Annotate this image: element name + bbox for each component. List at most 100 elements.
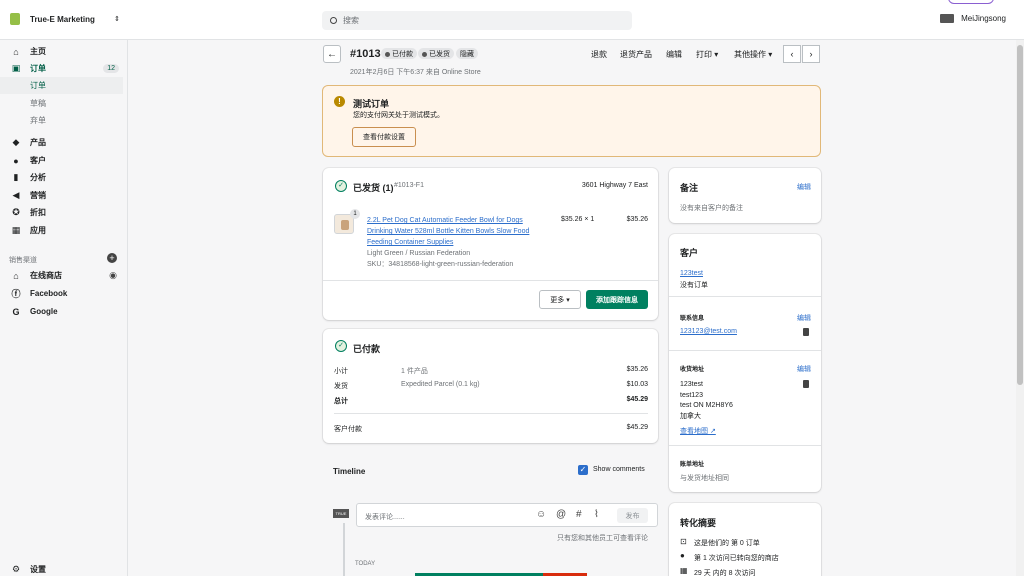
notes-edit-button[interactable]: 编辑 xyxy=(797,182,811,192)
quantity-badge: 1 xyxy=(350,209,360,219)
product-link[interactable]: 2.2L Pet Dog Cat Automatic Feeder Bowl f… xyxy=(367,215,552,226)
print-button[interactable]: 打印 ▾ xyxy=(696,49,718,60)
sidebar-item-apps[interactable]: ▦ 应用 xyxy=(0,222,123,239)
store-switcher[interactable]: True-E Marketing ⇕ xyxy=(10,13,120,25)
return-products-button[interactable]: 退货产品 xyxy=(620,49,652,60)
customer-email-link[interactable]: 123123@test.com xyxy=(680,328,737,335)
contact-edit-button[interactable]: 编辑 xyxy=(797,313,811,323)
sidebar-item-label: 订单 xyxy=(30,64,46,73)
fulfillment-id: #1013-F1 xyxy=(394,182,424,189)
show-comments-checkbox[interactable]: ✓ xyxy=(578,465,588,475)
comment-visibility-note: 只有您和其他员工可查看评论 xyxy=(557,535,648,542)
sidebar-item-label: 应用 xyxy=(30,226,46,235)
mention-icon[interactable]: @ xyxy=(556,509,566,520)
divider xyxy=(669,445,821,446)
orders-count-badge: 12 xyxy=(103,64,119,73)
sidebar-item-customers[interactable]: ● 客户 xyxy=(0,152,123,169)
sidebar-item-orders-all[interactable]: 订单 xyxy=(0,77,123,94)
refund-button[interactable]: 退款 xyxy=(591,49,607,60)
home-icon: ⌂ xyxy=(13,46,19,57)
shipping-address: 123test test123 test ON M2H8Y6 加拿大 xyxy=(680,380,733,422)
scrollbar-thumb[interactable] xyxy=(1017,45,1023,385)
post-button[interactable]: 发布 xyxy=(617,508,648,523)
product-variant: Light Green / Russian Federation xyxy=(367,250,471,257)
address-line: 123test xyxy=(680,381,703,388)
shipping-label: 发货 xyxy=(334,383,348,390)
status-badge-shipped: 已发货 xyxy=(418,48,454,59)
sidebar-item-label: 产品 xyxy=(30,138,46,147)
copy-icon[interactable] xyxy=(803,380,809,388)
previous-order-button[interactable]: ‹ xyxy=(783,45,801,63)
chevron-right-icon: › xyxy=(809,49,813,59)
google-icon: G xyxy=(12,306,20,317)
shipping-edit-button[interactable]: 编辑 xyxy=(797,364,811,374)
arrow-left-icon: ← xyxy=(327,48,337,60)
avatar xyxy=(940,14,955,23)
line-total: $35.26 xyxy=(626,216,648,223)
divider xyxy=(669,350,821,351)
eye-icon[interactable]: ◉ xyxy=(109,270,117,281)
add-channel-icon[interactable]: + xyxy=(107,253,117,263)
hashtag-icon[interactable]: # xyxy=(576,509,582,520)
sidebar-item-label: 主页 xyxy=(30,47,46,56)
staff-avatar: TRUE xyxy=(333,509,349,518)
more-actions-button[interactable]: 其他操作 ▾ xyxy=(734,49,772,60)
search-placeholder: 搜索 xyxy=(343,16,359,25)
check-circle-icon: ✓ xyxy=(335,180,347,192)
check-circle-icon: ✓ xyxy=(335,340,347,352)
test-order-banner: ! 测试订单 您的支付网关处于测试模式。 查看付款设置 xyxy=(322,85,821,157)
sidebar-item-facebook[interactable]: ⓕ Facebook xyxy=(0,285,123,302)
sidebar-item-discounts[interactable]: ✪ 折扣 xyxy=(0,204,123,221)
sidebar-item-marketing[interactable]: ◀ 营销 xyxy=(0,187,123,204)
sidebar-item-label: 设置 xyxy=(30,565,46,574)
product-link[interactable]: Feeding Container Supplies xyxy=(367,237,552,248)
status-badge-label: 已付款 xyxy=(392,51,413,58)
sidebar-item-label: 折扣 xyxy=(30,208,46,217)
comment-input[interactable]: 发表评论...... ☺ @ # ⌇ 发布 xyxy=(356,503,658,527)
timeline-today: TODAY xyxy=(355,561,376,567)
chevron-left-icon: ‹ xyxy=(790,49,794,59)
billing-address-text: 与发货地址相同 xyxy=(680,475,729,482)
copy-icon[interactable] xyxy=(803,328,809,336)
attachment-icon[interactable]: ⌇ xyxy=(594,509,599,520)
more-button[interactable]: 更多 ▾ xyxy=(539,290,581,309)
notes-title: 备注 xyxy=(680,183,699,193)
fulfillment-title: 已发货 (1) xyxy=(353,183,394,193)
sidebar-item-products[interactable]: ◆ 产品 xyxy=(0,134,123,151)
divider xyxy=(669,296,821,297)
subtotal-label: 小计 xyxy=(334,368,348,375)
view-map-link[interactable]: 查看地图 ↗ xyxy=(680,426,716,436)
browser-tab-fragment xyxy=(948,0,994,4)
customer-icon: ● xyxy=(13,155,19,166)
next-order-button[interactable]: › xyxy=(802,45,820,63)
sidebar-item-abandoned[interactable]: 弃单 xyxy=(0,112,123,129)
sidebar-item-drafts[interactable]: 草稿 xyxy=(0,95,123,112)
banner-title: 测试订单 xyxy=(353,99,390,109)
calendar-icon: ▦ xyxy=(680,566,688,575)
add-tracking-button[interactable]: 添加跟踪信息 xyxy=(586,290,648,309)
divider xyxy=(334,413,648,414)
customer-name-link[interactable]: 123test xyxy=(680,270,703,277)
sidebar: ⌂ 主页 ▣ 订单 12 订单 草稿 弃单 ◆ 产品 ● 客户 ▮ 分析 ◀ 营销 ✪ 折扣 … xyxy=(0,40,128,576)
store-name: True-E Marketing xyxy=(30,14,95,24)
product-link[interactable]: Drinking Water 528ml Bottle Kitten Bowls… xyxy=(367,226,552,237)
order-icon: ⊡ xyxy=(680,537,687,546)
edit-button[interactable]: 编辑 xyxy=(666,49,682,60)
sidebar-item-settings[interactable]: ⚙ 设置 xyxy=(0,561,123,576)
sidebar-item-google[interactable]: G Google xyxy=(0,303,123,320)
sidebar-item-online-store[interactable]: ⌂ 在线商店 ◉ xyxy=(0,267,123,284)
total-label: 总计 xyxy=(334,398,348,405)
sidebar-item-orders[interactable]: ▣ 订单 12 xyxy=(0,60,123,77)
sidebar-item-analytics[interactable]: ▮ 分析 xyxy=(0,169,123,186)
status-badge-label: 已发货 xyxy=(429,51,450,58)
back-button[interactable]: ← xyxy=(323,45,341,63)
emoji-icon[interactable]: ☺ xyxy=(536,509,546,520)
top-bar: True-E Marketing ⇕ 搜索 MeiJingsong xyxy=(0,0,1024,40)
user-menu[interactable]: MeiJingsong xyxy=(940,14,1006,23)
status-badge-paid: 已付款 xyxy=(381,48,417,59)
sidebar-item-label: 在线商店 xyxy=(30,271,62,280)
sidebar-item-label: 分析 xyxy=(30,173,46,182)
view-payment-settings-button[interactable]: 查看付款设置 xyxy=(352,127,416,147)
sidebar-item-home[interactable]: ⌂ 主页 xyxy=(0,43,123,60)
search-input[interactable]: 搜索 xyxy=(322,11,632,30)
